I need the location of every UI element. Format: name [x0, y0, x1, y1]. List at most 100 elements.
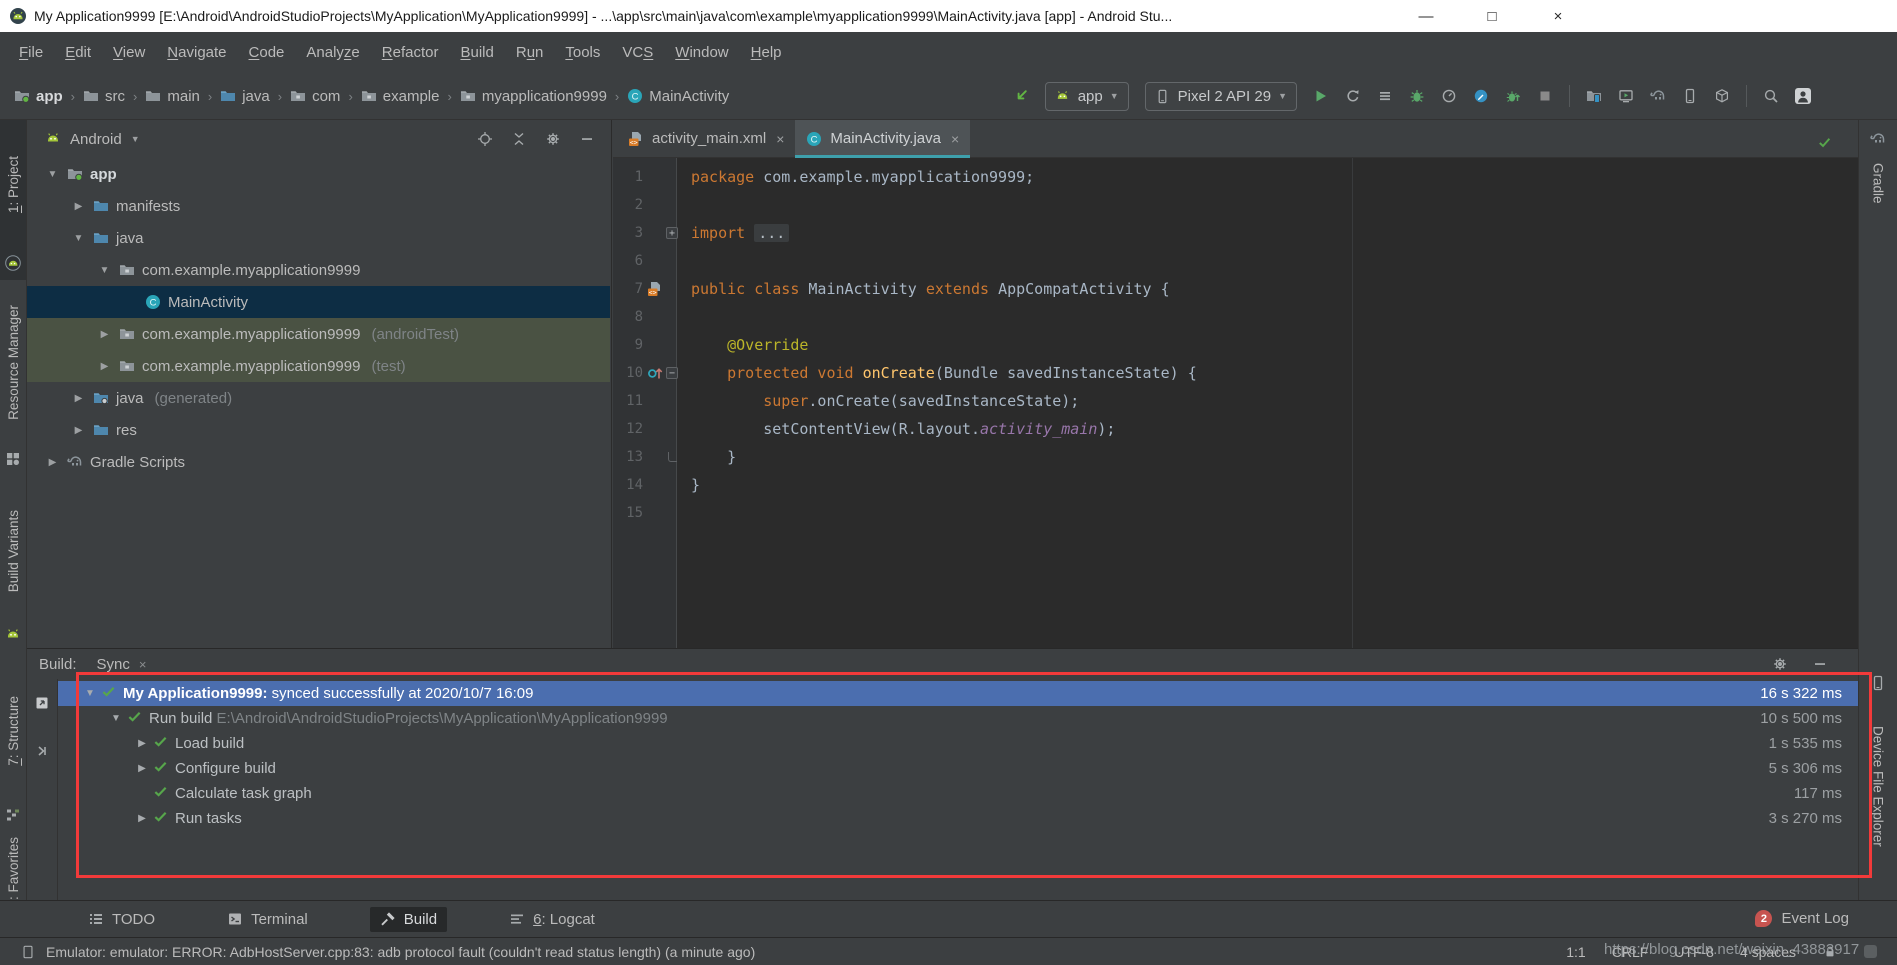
close-button[interactable]: ×	[1538, 0, 1578, 32]
expanded-arrow-icon[interactable]: ▼	[108, 713, 124, 724]
sidebar-item-device-file-explorer[interactable]: Device File Explorer	[1859, 698, 1897, 874]
tree-row[interactable]: CMainActivity	[27, 286, 610, 318]
build-row[interactable]: ▼Run build E:\Android\AndroidStudioProje…	[58, 706, 1858, 731]
device-select[interactable]: Pixel 2 API 29 ▼	[1145, 82, 1297, 111]
collapsed-arrow-icon[interactable]: ▶	[134, 813, 150, 824]
line-number[interactable]: 1	[613, 169, 643, 185]
build-row[interactable]: ▼My Application9999: synced successfully…	[58, 681, 1858, 706]
menu-build[interactable]: Build	[449, 44, 504, 61]
stop-icon[interactable]	[1537, 88, 1553, 104]
menu-help[interactable]: Help	[740, 44, 793, 61]
line-number[interactable]: 11	[613, 393, 643, 409]
fold-marker-icon[interactable]: −	[665, 367, 679, 379]
line-separator[interactable]: CRLF	[1612, 944, 1649, 960]
file-encoding[interactable]: UTF-8	[1674, 944, 1714, 960]
structure-icon[interactable]	[0, 804, 26, 826]
override-gutter-icon[interactable]	[645, 365, 665, 381]
resource-manager-icon[interactable]	[0, 448, 26, 470]
expanded-arrow-icon[interactable]: ▼	[82, 688, 98, 699]
line-number[interactable]: 2	[613, 197, 643, 213]
project-view-selector[interactable]: Android	[70, 131, 122, 148]
collapsed-arrow-icon[interactable]: ▶	[71, 425, 86, 436]
menu-run[interactable]: Run	[505, 44, 555, 61]
fold-marker-icon[interactable]	[665, 452, 679, 462]
collapsed-arrow-icon[interactable]: ▶	[45, 457, 60, 468]
line-number[interactable]: 10	[613, 365, 643, 381]
inspections-ok-icon[interactable]	[1816, 134, 1832, 150]
line-number[interactable]: 3	[613, 225, 643, 241]
fold-expand-icon[interactable]: +	[666, 227, 678, 239]
sidebar-item-resource-manager[interactable]: Resource Manager	[0, 288, 26, 436]
line-number[interactable]: 7	[613, 281, 643, 297]
breadcrumb-example[interactable]: example	[361, 88, 440, 105]
device-manager-icon[interactable]	[1682, 88, 1698, 104]
background-task-indicator[interactable]	[1864, 945, 1877, 958]
hide-icon[interactable]	[1812, 656, 1828, 672]
user-avatar-icon[interactable]	[1795, 88, 1811, 104]
breadcrumb-app[interactable]: app	[14, 88, 63, 105]
line-number[interactable]: 12	[613, 421, 643, 437]
gradle-icon[interactable]	[1650, 88, 1666, 104]
collapsed-arrow-icon[interactable]: ▶	[71, 393, 86, 404]
settings-icon[interactable]	[545, 131, 561, 147]
toolwindow-button-6-logcat[interactable]: 6: Logcat	[499, 907, 605, 932]
lock-icon[interactable]	[1822, 944, 1838, 960]
tree-row[interactable]: ▶com.example.myapplication9999(test)	[27, 350, 610, 382]
collapsed-arrow-icon[interactable]: ▶	[71, 201, 86, 212]
collapsed-arrow-icon[interactable]: ▶	[134, 738, 150, 749]
apply-changes-icon[interactable]	[1377, 88, 1393, 104]
expanded-arrow-icon[interactable]: ▼	[71, 233, 86, 244]
tree-row[interactable]: ▼app	[27, 158, 610, 190]
xml-layout-gutter-icon[interactable]: <>	[645, 281, 665, 297]
build-row[interactable]: Calculate task graph117 ms	[58, 781, 1858, 806]
menu-window[interactable]: Window	[664, 44, 739, 61]
build-tab-sync[interactable]: Sync ×	[97, 656, 147, 673]
android-head-icon[interactable]	[0, 624, 26, 646]
menu-vcs[interactable]: VCS	[611, 44, 664, 61]
close-icon[interactable]: ×	[776, 131, 784, 147]
menu-file[interactable]: File	[8, 44, 54, 61]
sidebar-item-build-variants[interactable]: Build Variants	[0, 490, 26, 612]
menu-view[interactable]: View	[102, 44, 156, 61]
sidebar-item--project[interactable]: 1: Project	[0, 126, 26, 244]
fold-marker-icon[interactable]: +	[665, 227, 679, 239]
maximize-button[interactable]: □	[1472, 0, 1512, 32]
breadcrumb-com[interactable]: com	[290, 88, 340, 105]
fold-collapse-icon[interactable]: −	[666, 367, 678, 379]
line-number[interactable]: 6	[613, 253, 643, 269]
code-area[interactable]: 1package com.example.myapplication9999;2…	[613, 158, 1858, 648]
hide-icon[interactable]	[579, 131, 595, 147]
sync-arrow-icon[interactable]	[1013, 88, 1029, 104]
sidebar-item--structure[interactable]: 7: Structure	[0, 670, 26, 792]
search-everywhere-icon[interactable]	[1763, 88, 1779, 104]
breadcrumb-myapplication9999[interactable]: myapplication9999	[460, 88, 607, 105]
collapsed-arrow-icon[interactable]: ▶	[97, 361, 112, 372]
indent-setting[interactable]: 4 spaces	[1740, 944, 1796, 960]
phone-icon[interactable]	[1859, 672, 1897, 694]
gradle-icon[interactable]	[1859, 128, 1897, 150]
debug-icon[interactable]	[1409, 88, 1425, 104]
sdk-manager-icon[interactable]	[1618, 88, 1634, 104]
menu-edit[interactable]: Edit	[54, 44, 102, 61]
tree-row[interactable]: ▶res	[27, 414, 610, 446]
menu-refactor[interactable]: Refactor	[371, 44, 450, 61]
build-row[interactable]: ▶Run tasks3 s 270 ms	[58, 806, 1858, 831]
caret-position[interactable]: 1:1	[1566, 944, 1585, 960]
build-row[interactable]: ▶Load build1 s 535 ms	[58, 731, 1858, 756]
line-number[interactable]: 9	[613, 337, 643, 353]
toolwindow-button-build[interactable]: Build	[370, 907, 447, 932]
menu-code[interactable]: Code	[238, 44, 296, 61]
menu-navigate[interactable]: Navigate	[156, 44, 237, 61]
toolwindow-button-terminal[interactable]: Terminal	[217, 907, 318, 932]
build-row[interactable]: ▶Configure build5 s 306 ms	[58, 756, 1858, 781]
line-number[interactable]: 8	[613, 309, 643, 325]
tree-row[interactable]: ▶manifests	[27, 190, 610, 222]
collapsed-arrow-icon[interactable]: ▶	[134, 763, 150, 774]
tab-activity-main-xml[interactable]: <>activity_main.xml×	[617, 120, 795, 157]
attach-debugger-icon[interactable]	[1473, 88, 1489, 104]
line-number[interactable]: 15	[613, 505, 643, 521]
tree-row[interactable]: ▼java	[27, 222, 610, 254]
menu-tools[interactable]: Tools	[554, 44, 611, 61]
scroll-to-end-icon[interactable]	[34, 743, 50, 759]
locate-icon[interactable]	[477, 131, 493, 147]
